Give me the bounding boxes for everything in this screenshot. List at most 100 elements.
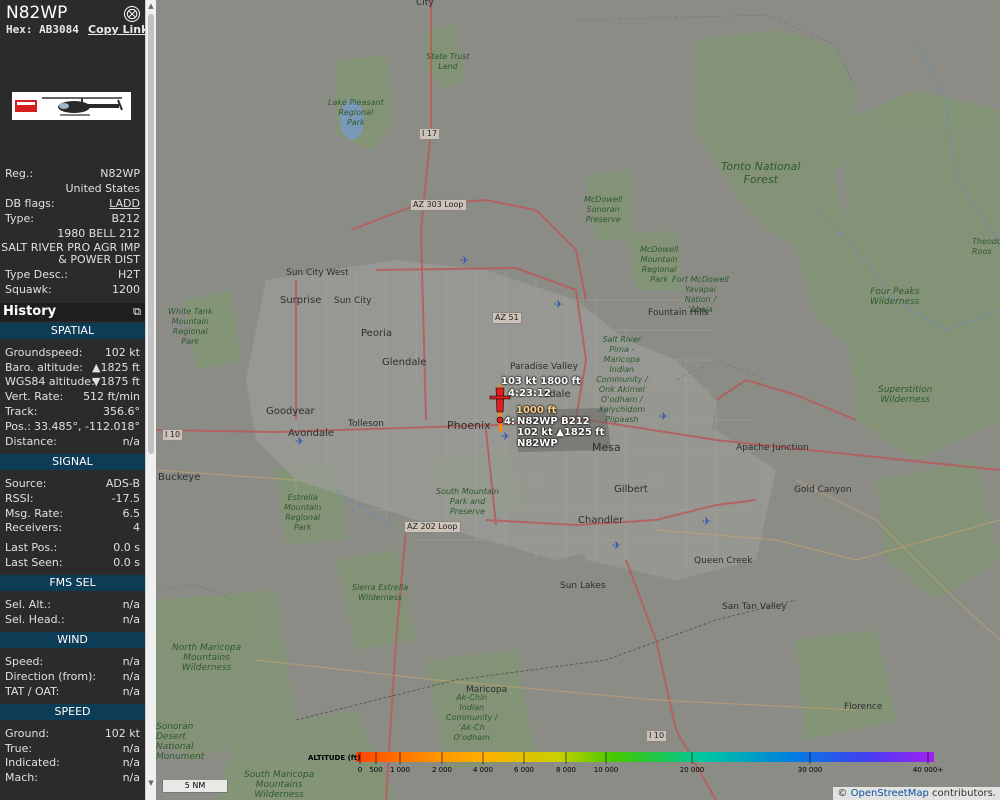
road-label-i10-west: I 10 xyxy=(162,429,184,441)
true-label: True: xyxy=(5,742,33,755)
distance-row: Distance: n/a xyxy=(5,435,140,449)
place-label: South Mountain Park and Preserve xyxy=(436,487,500,516)
squawk-row: Squawk: 1200 xyxy=(5,283,140,297)
svg-text:✈: ✈ xyxy=(554,298,563,311)
ground-value: 102 kt xyxy=(104,727,140,740)
svg-text:✈: ✈ xyxy=(612,539,621,552)
hex-code: Hex: AB3084 xyxy=(6,23,79,36)
dist-label: Distance: xyxy=(5,435,57,448)
owner-line-2: & POWER DIST xyxy=(58,253,140,266)
baro-altitude-row: Baro. altitude: ▲1825 ft xyxy=(5,361,140,375)
place-label: Ak-Chin Indian Community / 'Ak-Ch O'odha… xyxy=(446,693,498,742)
rssi-row: RSSI: -17.5 xyxy=(5,492,140,506)
wgs-value: ▼1875 ft xyxy=(92,375,140,388)
svg-text:✈: ✈ xyxy=(659,410,668,423)
registration-row: Reg.: N82WP xyxy=(5,167,140,181)
road-label-az202: AZ 202 Loop xyxy=(404,521,461,533)
true-value: n/a xyxy=(122,742,140,755)
legend-tick-label: 20 000 xyxy=(680,766,705,774)
history-header[interactable]: History ⧉ xyxy=(0,303,145,321)
place-label: McDowell Sonoran Preserve xyxy=(584,195,623,224)
groundspeed-value: 102 kt xyxy=(104,346,140,359)
svg-text:✈: ✈ xyxy=(702,515,711,528)
place-label: North Maricopa Mountains Wilderness xyxy=(172,643,242,673)
place-label: Buckeye xyxy=(158,472,201,483)
place-label: Four Peaks Wilderness xyxy=(870,287,920,307)
altitude-colorbar: ALTITUDE (ft) 0 500 1 000 2 000 4 000 6 000 8 … xyxy=(308,752,943,774)
section-wind: WIND xyxy=(0,632,145,648)
vrate-label: Vert. Rate: xyxy=(5,390,64,403)
legend-tick-label: 1 000 xyxy=(390,766,410,774)
aircraft-title: N82WP xyxy=(6,3,68,23)
sel-head-row: Sel. Head.: n/a xyxy=(5,613,140,627)
place-label: Lake Pleasant Regional Park xyxy=(328,98,384,127)
place-label: Salt River Pima - Maricopa Indian Commun… xyxy=(596,335,648,424)
place-label: Mesa xyxy=(592,441,621,454)
place-label: Queen Creek xyxy=(694,556,753,566)
close-icon[interactable]: ⨂ xyxy=(124,6,140,22)
place-label: Avondale xyxy=(288,428,335,439)
track-label-speed-alt: 103 kt 1800 ft xyxy=(501,376,581,387)
place-label: South Maricopa Mountains Wilderness xyxy=(244,770,315,800)
ladd-link[interactable]: LADD xyxy=(109,197,140,210)
true-speed-row: True: n/a xyxy=(5,742,140,756)
map-scale: 5 NM xyxy=(162,780,228,793)
place-label: Tonto National Forest xyxy=(721,160,801,186)
tat-label: TAT / OAT: xyxy=(5,685,60,698)
wind-dir-value: n/a xyxy=(122,670,140,683)
aircraft-label-callsign[interactable]: N82WP xyxy=(517,438,558,449)
reg-value: N82WP xyxy=(100,167,140,180)
sel-head-label: Sel. Head.: xyxy=(5,613,65,626)
place-label: Fountain Hills xyxy=(648,308,709,318)
copy-link-button[interactable]: Copy Link xyxy=(88,23,145,36)
place-label: Estrella Mountain Regional Park xyxy=(284,493,322,532)
msg-rate-row: Msg. Rate: 6.5 xyxy=(5,507,140,521)
dbflags-label: DB flags: xyxy=(5,197,55,210)
legend-tick-label: 40 000+ xyxy=(913,766,943,774)
wind-dir-label: Direction (from): xyxy=(5,670,97,683)
aircraft-label-callsign-type[interactable]: N82WP B212 xyxy=(517,416,590,427)
groundspeed-label: Groundspeed: xyxy=(5,346,83,359)
place-label: Theodo Roos xyxy=(972,237,1000,256)
scroll-down-icon[interactable]: ▼ xyxy=(147,778,155,788)
type-full: 1980 BELL 212 xyxy=(57,227,140,240)
map-attribution: © OpenStreetMap contributors. xyxy=(833,787,1000,800)
helicopter-photo-icon xyxy=(15,97,123,116)
tat-value: n/a xyxy=(122,685,140,698)
vrate-value: 512 ft/min xyxy=(83,390,140,403)
place-label: Chandler xyxy=(578,515,624,526)
wind-direction-row: Direction (from): n/a xyxy=(5,670,140,684)
wgs-altitude-row: WGS84 altitude: ▼1875 ft xyxy=(5,375,140,389)
road-label-az303: AZ 303 Loop xyxy=(410,199,467,211)
place-label: San Tan Valley xyxy=(722,602,787,612)
aircraft-info-panel: N82WP ⨂ Hex: AB3084 Copy Link Reg.: N82W… xyxy=(0,0,145,800)
place-label: Surprise xyxy=(280,295,322,306)
altitude-legend: ALTITUDE (ft) 0 500 1 000 2 000 4 000 6 000 8 … xyxy=(308,750,948,778)
sidebar-scrollbar[interactable]: ▲ ▼ xyxy=(145,0,156,800)
road-label-i17: I 17 xyxy=(419,128,441,140)
history-expand-icon[interactable]: ⧉ xyxy=(133,303,141,321)
scrollbar-thumb[interactable] xyxy=(148,14,154,454)
section-signal: SIGNAL xyxy=(0,454,145,470)
section-fms-sel: FMS SEL xyxy=(0,575,145,591)
osm-link[interactable]: OpenStreetMap xyxy=(851,788,929,799)
place-label: Glendale xyxy=(382,357,427,368)
wind-speed-row: Speed: n/a xyxy=(5,655,140,669)
place-label: City xyxy=(416,0,434,8)
track-value: 356.6° xyxy=(103,405,140,418)
wgs-label: WGS84 altitude: xyxy=(5,375,95,388)
aircraft-label-speed-alt[interactable]: 102 kt ▲1825 ft xyxy=(517,427,604,438)
pos-label: Pos.: xyxy=(5,420,31,433)
history-title: History xyxy=(3,304,57,319)
place-label: Gold Canyon xyxy=(794,485,852,495)
sel-head-value: n/a xyxy=(122,613,140,626)
source-value: ADS-B xyxy=(105,477,140,490)
mach-value: n/a xyxy=(122,771,140,784)
squawk-value: 1200 xyxy=(112,283,140,296)
position-row: Pos.: 33.485°, -112.018° xyxy=(5,420,140,434)
scroll-up-icon[interactable]: ▲ xyxy=(147,1,155,11)
map-view[interactable]: ✈ ✈ ✈ ✈ ✈ ✈ ✈ I 17 AZ 303 Loop AZ 51 I 1… xyxy=(156,0,1000,800)
type-value: B212 xyxy=(111,212,140,225)
aircraft-photo[interactable] xyxy=(12,92,131,120)
last-seen-row: Last Seen: 0.0 s xyxy=(5,556,140,570)
